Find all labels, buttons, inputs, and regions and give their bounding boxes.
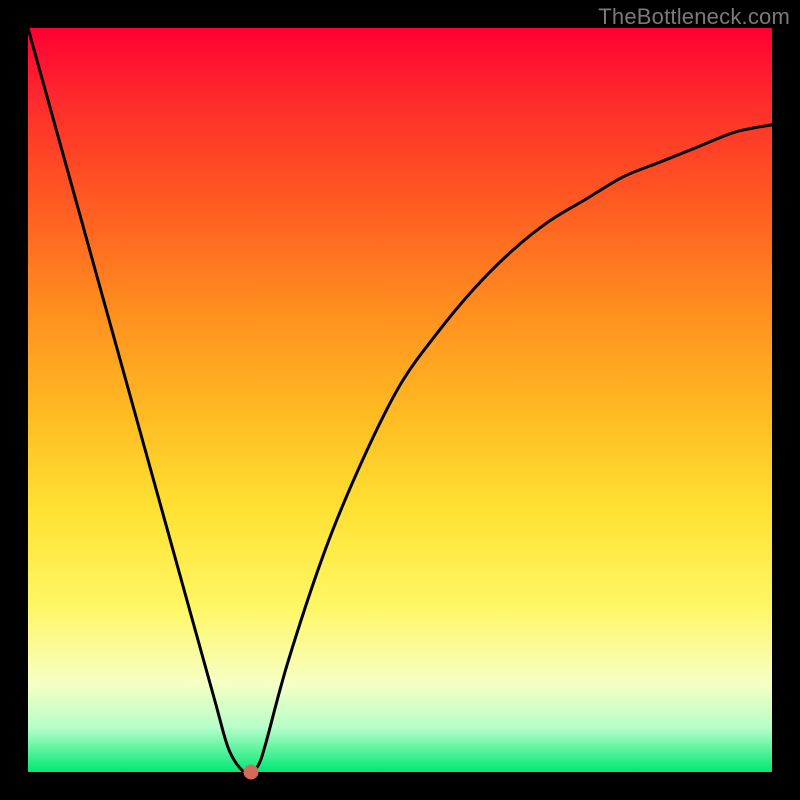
optimum-marker xyxy=(244,765,259,780)
watermark-text: TheBottleneck.com xyxy=(598,4,790,30)
bottleneck-curve xyxy=(28,28,772,772)
plot-area xyxy=(28,28,772,772)
chart-frame: TheBottleneck.com xyxy=(0,0,800,800)
